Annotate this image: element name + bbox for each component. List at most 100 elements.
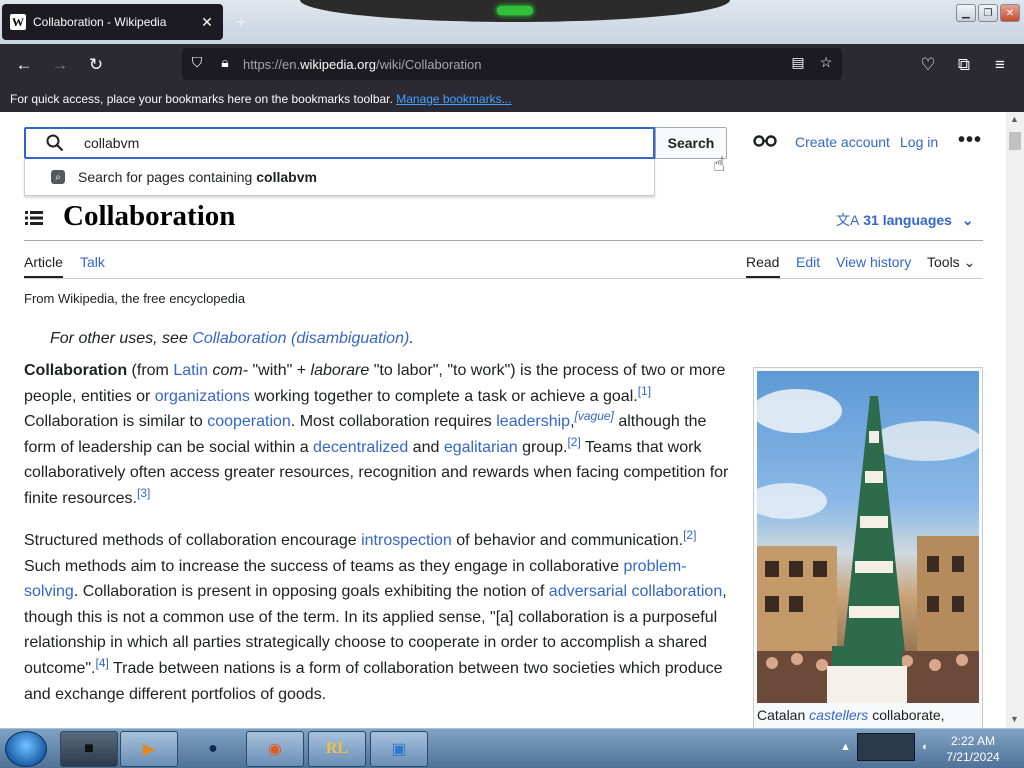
minimize-button[interactable]: ▁	[956, 4, 976, 22]
tab-title: Collaboration - Wikipedia	[33, 15, 167, 29]
ref-2[interactable]: [2]	[567, 435, 580, 449]
ref-1[interactable]: [1]	[638, 384, 651, 398]
tab-talk[interactable]: Talk	[80, 254, 105, 270]
scroll-up-icon[interactable]: ▲	[1010, 114, 1019, 124]
manage-bookmarks-link[interactable]: Manage bookmarks...	[396, 92, 511, 106]
tools-chevron-icon: ⌄	[963, 254, 976, 270]
window-controls: ▁ ❐ ✕	[956, 4, 1020, 22]
navigation-toolbar: ← → ↻ ⛉ 🔒︎ https://en.wikipedia.org/wiki…	[0, 44, 1024, 86]
address-bar[interactable]: ⛉ 🔒︎ https://en.wikipedia.org/wiki/Colla…	[182, 48, 842, 80]
log-in-link[interactable]: Log in	[900, 134, 938, 150]
infobox-image: Catalan castellers collaborate,	[753, 367, 983, 728]
browser-tab-strip: W Collaboration - Wikipedia ✕ + ▁ ❐ ✕	[0, 0, 1024, 44]
windows-taskbar: ■ ▶ ● ◉ RL ▣ ▲ ◖ 2:22 AM 7/21/2024	[0, 728, 1024, 768]
link-leadership[interactable]: leadership	[496, 413, 570, 430]
scrollbar-thumb[interactable]	[1009, 132, 1021, 150]
tab-tools[interactable]: Tools ⌄	[927, 254, 975, 271]
wikipedia-page: Search ☝︎ ⌕ Search for pages containing …	[0, 112, 1006, 728]
tab-article[interactable]: Article	[24, 254, 63, 270]
firefox-icon: ◉	[268, 741, 282, 758]
maximize-button[interactable]: ❐	[978, 4, 998, 22]
languages-label: 31 languages	[863, 212, 952, 228]
browser-tab-active[interactable]: W Collaboration - Wikipedia ✕	[2, 4, 223, 40]
taskbar-app-explorer[interactable]: ▣	[370, 731, 428, 767]
bookmark-star-icon[interactable]: ☆	[816, 54, 836, 71]
search-input[interactable]	[84, 133, 584, 153]
decorative-bezel	[300, 0, 730, 22]
clock-date: 7/21/2024	[946, 750, 1000, 764]
ref-3[interactable]: [3]	[137, 486, 150, 500]
ref-4[interactable]: [4]	[96, 656, 109, 670]
link-cooperation[interactable]: cooperation	[207, 413, 291, 430]
search-icon	[46, 134, 64, 157]
taskbar-app-firefox[interactable]: ◉	[246, 731, 304, 767]
extensions-icon[interactable]: ⧉	[953, 54, 975, 76]
indicator-light	[497, 6, 533, 15]
page-title: Collaboration	[63, 200, 236, 232]
tab-close-icon[interactable]: ✕	[199, 14, 215, 31]
taskbar-app-globe[interactable]: ●	[184, 731, 242, 767]
link-introspection[interactable]: introspection	[361, 532, 452, 549]
forward-arrow-icon[interactable]: →	[49, 54, 71, 76]
hamburger-menu-icon[interactable]: ≡	[989, 54, 1011, 76]
volume-icon[interactable]: ◖	[921, 741, 928, 753]
tab-view-history[interactable]: View history	[836, 254, 911, 270]
disambiguation-link[interactable]: Collaboration (disambiguation)	[192, 330, 409, 347]
more-options-icon[interactable]: •••	[958, 129, 982, 152]
link-adversarial-collaboration[interactable]: adversarial collaboration	[549, 583, 722, 600]
system-tray: ▲ ◖	[840, 733, 928, 761]
lock-icon[interactable]: 🔒︎	[215, 54, 235, 71]
chevron-down-icon: ⌄	[961, 212, 974, 228]
suggestion-term: collabvm	[256, 169, 317, 185]
ref-2b[interactable]: [2]	[683, 528, 696, 542]
reader-view-icon[interactable]: ▤	[788, 54, 808, 71]
site-tagline: From Wikipedia, the free encyclopedia	[24, 291, 246, 306]
paragraph-1: Collaboration (from Latin com- "with" + …	[24, 362, 729, 507]
taskbar-app-terminal[interactable]: ■	[60, 731, 118, 767]
link-egalitarian[interactable]: egalitarian	[444, 439, 518, 456]
paragraph-2: Structured methods of collaboration enco…	[24, 528, 727, 703]
infobox-caption: Catalan castellers collaborate,	[757, 707, 945, 723]
media-player-icon: ▶	[142, 741, 156, 758]
tab-edit[interactable]: Edit	[796, 254, 820, 270]
start-button[interactable]	[5, 731, 47, 767]
vague-tag[interactable]: [vague]	[575, 409, 614, 423]
clock-time: 2:22 AM	[950, 734, 996, 748]
window-app-icon: ▣	[391, 741, 407, 758]
window-close-button[interactable]: ✕	[1000, 4, 1020, 22]
hand-cursor-icon: ☝︎	[713, 154, 726, 176]
tab-read[interactable]: Read	[746, 254, 779, 270]
back-arrow-icon[interactable]: ←	[13, 54, 35, 76]
link-castellers[interactable]: castellers	[809, 707, 868, 723]
appearance-glasses-icon[interactable]	[753, 132, 777, 153]
wikipedia-favicon-icon: W	[10, 14, 26, 30]
link-decentralized[interactable]: decentralized	[313, 439, 408, 456]
bookmarks-hint: For quick access, place your bookmarks h…	[10, 92, 393, 106]
title-divider	[24, 240, 983, 241]
url-text[interactable]: https://en.wikipedia.org/wiki/Collaborat…	[243, 57, 481, 72]
monitor-icon: ■	[84, 740, 94, 757]
bookmarks-toolbar: For quick access, place your bookmarks h…	[0, 86, 1024, 112]
link-latin[interactable]: Latin	[173, 362, 208, 379]
search-suggestion[interactable]: ⌕ Search for pages containing collabvm	[24, 159, 655, 196]
pocket-icon[interactable]: ♡	[917, 54, 939, 76]
search-pages-icon: ⌕	[51, 170, 65, 184]
clock[interactable]: 2:22 AM 7/21/2024	[938, 733, 1008, 765]
tray-expand-icon[interactable]: ▲	[840, 741, 851, 753]
network-icon[interactable]	[856, 733, 915, 761]
taskbar-app-media[interactable]: ▶	[120, 731, 178, 767]
castellers-photo[interactable]	[757, 371, 979, 703]
new-tab-icon[interactable]: +	[236, 12, 247, 33]
rl-app-icon: RL	[325, 740, 349, 757]
shield-icon[interactable]: ⛉	[187, 54, 207, 71]
create-account-link[interactable]: Create account	[795, 134, 890, 150]
language-icon: 文A	[836, 212, 860, 228]
reload-icon[interactable]: ↻	[85, 54, 107, 76]
link-organizations[interactable]: organizations	[155, 388, 250, 405]
taskbar-app-rl[interactable]: RL	[308, 731, 366, 767]
search-box[interactable]	[24, 127, 655, 159]
scroll-down-icon[interactable]: ▼	[1010, 714, 1019, 724]
contents-menu-icon[interactable]	[25, 210, 43, 231]
languages-button[interactable]: 文A 31 languages ⌄	[836, 210, 974, 230]
page-scrollbar[interactable]: ▲ ▼	[1006, 112, 1024, 728]
